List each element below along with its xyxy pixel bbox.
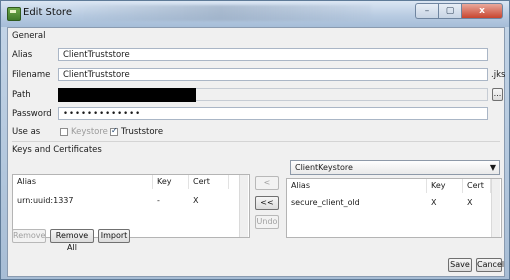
import-button[interactable]: Import <box>98 229 130 243</box>
right-col-alias[interactable]: Alias <box>287 179 427 193</box>
path-label: Path <box>12 90 31 100</box>
alias-label: Alias <box>12 50 33 60</box>
remove-all-button[interactable]: Remove All <box>50 229 94 252</box>
keystore-select[interactable]: ClientKeystore ▼ <box>290 160 500 175</box>
left-col-key[interactable]: Key <box>153 175 189 189</box>
right-row-cert[interactable]: X <box>463 197 491 209</box>
title-bar[interactable]: Edit Store – ▢ x <box>1 1 509 27</box>
left-certificates-table[interactable]: Alias Key Cert urn:uuid:1337 - X <box>12 174 250 238</box>
close-button[interactable]: x <box>461 3 503 19</box>
left-row-cert[interactable]: X <box>189 195 229 207</box>
alias-input[interactable]: ClientTruststore <box>58 48 488 61</box>
redacted-path <box>58 88 196 102</box>
left-row-key[interactable]: - <box>153 195 189 207</box>
app-icon <box>7 7 21 21</box>
section-divider <box>12 141 500 142</box>
window-title: Edit Store <box>23 7 72 18</box>
dialog-body: General Alias ClientTruststore Filename … <box>7 27 505 277</box>
right-col-key[interactable]: Key <box>427 179 463 193</box>
edit-store-dialog: Edit Store – ▢ x General Alias ClientTru… <box>0 0 510 280</box>
chevron-down-icon: ▼ <box>489 163 496 172</box>
keystore-checkbox[interactable] <box>60 128 68 136</box>
right-table-scrollbar[interactable] <box>491 179 500 237</box>
right-row-alias[interactable]: secure_client_old <box>287 197 427 209</box>
remove-button[interactable]: Remove <box>12 229 46 243</box>
keystore-label: Keystore <box>71 127 108 137</box>
right-col-cert[interactable]: Cert <box>463 179 491 193</box>
move-all-left-button[interactable]: << <box>255 196 279 210</box>
left-row-alias[interactable]: urn:uuid:1337 <box>13 195 153 207</box>
save-button[interactable]: Save <box>448 258 472 272</box>
minimize-button[interactable]: – <box>415 3 438 19</box>
move-left-button[interactable]: < <box>255 176 279 190</box>
filename-extension: .jks <box>491 70 506 80</box>
maximize-button[interactable]: ▢ <box>438 3 461 19</box>
window-controls: – ▢ x <box>415 3 503 19</box>
left-col-cert[interactable]: Cert <box>189 175 229 189</box>
blurred-background-region <box>71 5 371 21</box>
truststore-checkbox[interactable] <box>110 126 118 136</box>
password-input[interactable]: ••••••••••••• <box>58 107 488 120</box>
filename-input[interactable]: ClientTruststore <box>58 68 488 81</box>
left-table-scrollbar[interactable] <box>239 175 248 237</box>
browse-button[interactable]: ... <box>492 88 503 101</box>
right-certificates-table[interactable]: Alias Key Cert secure_client_old X X <box>286 178 502 238</box>
filename-label: Filename <box>12 70 51 80</box>
keystore-select-value: ClientKeystore <box>295 163 353 172</box>
use-as-label: Use as <box>12 127 41 137</box>
keys-section-label: Keys and Certificates <box>12 145 102 155</box>
undo-button[interactable]: Undo <box>255 215 279 229</box>
left-col-alias[interactable]: Alias <box>13 175 153 189</box>
right-row-key[interactable]: X <box>427 197 463 209</box>
general-section-label: General <box>12 31 46 41</box>
truststore-label: Truststore <box>121 127 164 137</box>
password-label: Password <box>12 109 52 119</box>
cancel-button[interactable]: Cancel <box>476 258 504 272</box>
